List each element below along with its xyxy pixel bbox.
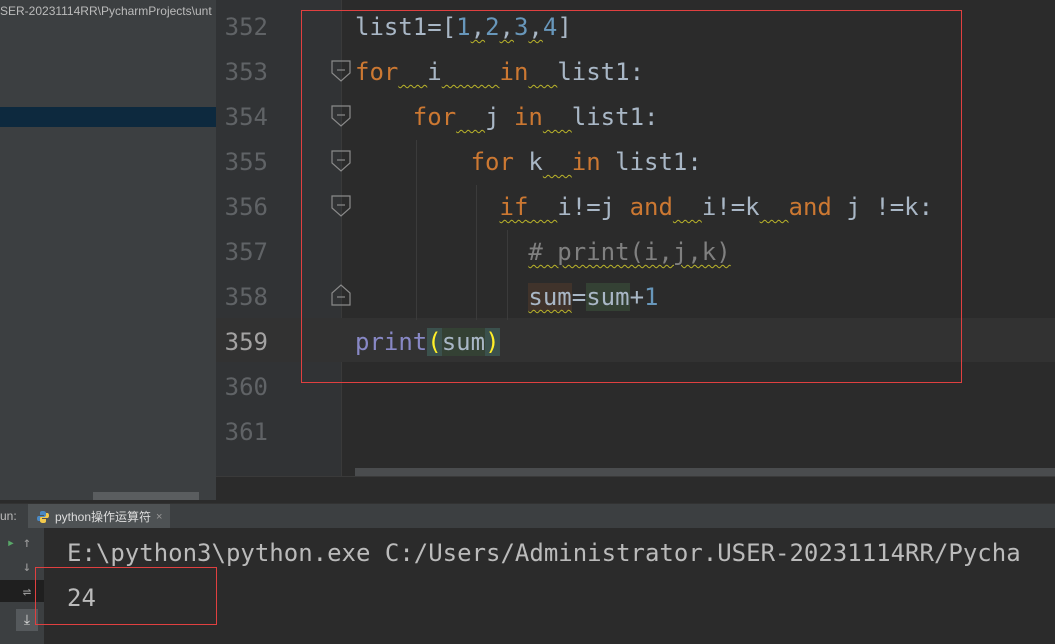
run-tool-header: un: python操作运算符 × — [0, 503, 1055, 529]
python-icon — [37, 510, 49, 523]
line-number: 356 — [224, 193, 268, 221]
close-icon[interactable]: × — [156, 511, 162, 523]
editor-bottom-strip — [216, 476, 1055, 501]
line-number: 361 — [224, 418, 268, 446]
run-tab[interactable]: python操作运算符 × — [28, 504, 171, 529]
editor-horizontal-scrollbar[interactable] — [355, 468, 1055, 476]
arrow-up-icon[interactable]: ↑ — [16, 532, 38, 554]
project-path: SER-20231114RR\PycharmProjects\unt — [0, 4, 212, 18]
project-tree-selected-row[interactable] — [0, 107, 216, 127]
line-number: 359 — [224, 328, 268, 356]
line-number: 358 — [224, 283, 268, 311]
project-panel: SER-20231114RR\PycharmProjects\unt — [0, 0, 216, 500]
annotation-box-output — [35, 567, 217, 625]
line-number: 354 — [224, 103, 268, 131]
line-number: 352 — [224, 13, 268, 41]
run-tab-title: python操作运算符 — [55, 510, 152, 524]
line-number: 357 — [224, 238, 268, 266]
annotation-box-code — [301, 10, 962, 383]
line-number: 353 — [224, 58, 268, 86]
line-number: 355 — [224, 148, 268, 176]
project-horizontal-scrollbar[interactable] — [93, 492, 199, 500]
run-label: un: — [0, 509, 17, 523]
line-number: 360 — [224, 373, 268, 401]
